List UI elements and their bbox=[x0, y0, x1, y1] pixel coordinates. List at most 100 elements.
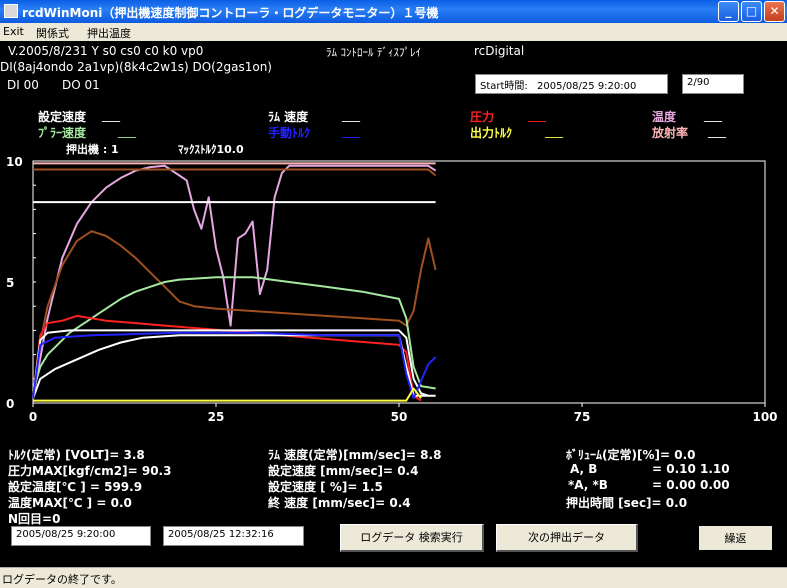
series-line-10 bbox=[33, 387, 422, 402]
series-line-4 bbox=[32, 230, 437, 399]
stat-temp-max: 温度MAX[℃ ] = 0.0 bbox=[8, 494, 132, 511]
start-time-value: 2005/08/25 9:20:00 bbox=[537, 81, 637, 92]
stat-set-speed-value: 0.4 bbox=[397, 464, 419, 478]
x-tick-label: 75 bbox=[574, 410, 591, 424]
stat-set-speed: 設定速度 [mm/sec]= 0.4 bbox=[268, 462, 418, 479]
status-bar: ログデータの終了です。 bbox=[0, 567, 787, 588]
trend-chart: 0 25 50 75 100 0 5 10 bbox=[6, 155, 778, 424]
x-tick-label: 25 bbox=[208, 410, 225, 424]
version-line: V.2005/8/231 Y s0 cs0 c0 k0 vp0 bbox=[8, 44, 204, 58]
stat-end-speed-label: 終 速度 [mm/sec]= bbox=[268, 496, 386, 510]
plot-frame bbox=[32, 160, 766, 404]
date-to-field[interactable]: 2005/08/25 12:32:16 bbox=[163, 526, 304, 546]
legend-output-torque-value: ___ bbox=[545, 124, 563, 138]
legend-output-torque: 出力ﾄﾙｸ bbox=[470, 126, 513, 140]
brand-label: rcDigital bbox=[474, 44, 525, 58]
stat-torque-label: ﾄﾙｸ(定常) [VOLT]= bbox=[8, 448, 120, 462]
stat-pressure-max: 圧力MAX[kgf/cm2]= 90.3 bbox=[8, 462, 171, 479]
series-line-5 bbox=[32, 276, 436, 392]
do-label: DO 01 bbox=[62, 78, 100, 92]
start-time-field: Start時間: 2005/08/25 9:20:00 bbox=[475, 74, 668, 94]
y-tick-label: 0 bbox=[6, 397, 14, 411]
stat-push-time-label: 押出時間 [sec]= bbox=[566, 496, 662, 510]
series-line-0 bbox=[32, 164, 437, 399]
stat-volume-label: ﾎﾞﾘｭｰﾑ(定常)[%]= bbox=[566, 448, 671, 462]
stat-pressure-max-label: 圧力MAX[kgf/cm2]= bbox=[8, 464, 138, 478]
menu-bar: Exit 関係式 押出温度 bbox=[0, 23, 787, 41]
series-line-6 bbox=[32, 314, 422, 402]
maximize-button[interactable]: □ bbox=[741, 1, 762, 22]
stat-n-count: N回目=0 bbox=[8, 510, 60, 527]
stat-ab2-value: = 0.00 0.00 bbox=[652, 478, 730, 492]
stat-volume-value: 0.0 bbox=[674, 448, 696, 462]
display-title: ﾗﾑ ｺﾝﾄﾛｰﾙ ﾃﾞｨｽﾌﾟﾚｲ bbox=[326, 46, 421, 59]
stat-torque: ﾄﾙｸ(定常) [VOLT]= 3.8 bbox=[8, 446, 145, 463]
record-counter: 2/90 bbox=[682, 74, 744, 94]
stat-temp-max-label: 温度MAX[℃ ] = bbox=[8, 496, 107, 510]
stat-volume: ﾎﾞﾘｭｰﾑ(定常)[%]= 0.0 bbox=[566, 446, 695, 463]
menu-relation[interactable]: 関係式 bbox=[36, 25, 69, 41]
legend-puller-speed-value: ___ bbox=[118, 124, 136, 138]
stat-ram-speed: ﾗﾑ 速度(定常)[mm/sec]= 8.8 bbox=[268, 446, 441, 463]
stat-n-value: 0 bbox=[52, 512, 61, 526]
date-from-field[interactable]: 2005/08/25 9:20:00 bbox=[11, 526, 151, 546]
log-search-button[interactable]: ログデータ 検索実行 bbox=[340, 524, 484, 552]
stat-ab-value: = 0.10 1.10 bbox=[652, 462, 730, 476]
series-line-3 bbox=[33, 168, 437, 177]
legend-emissivity: 放射率 bbox=[652, 126, 689, 140]
series-line-8 bbox=[32, 334, 429, 399]
di-label: DI 00 bbox=[7, 78, 39, 92]
menu-exit[interactable]: Exit bbox=[3, 25, 24, 38]
y-tick-label: 5 bbox=[6, 276, 14, 290]
x-tick-label: 100 bbox=[752, 410, 777, 424]
series-line-7 bbox=[32, 329, 436, 399]
app-icon bbox=[4, 4, 18, 18]
stat-set-speed-pct-value: 1.5 bbox=[361, 480, 383, 494]
stat-temp-max-value: 0.0 bbox=[110, 496, 132, 510]
legend-temperature: 温度 bbox=[652, 110, 677, 124]
legend-manual-torque: 手動ﾄﾙｸ bbox=[268, 126, 311, 140]
stat-ab-label: A, B bbox=[570, 462, 598, 476]
stat-ab2: *A, *B bbox=[568, 478, 608, 492]
stat-set-temp: 設定温度[℃ ] = 599.9 bbox=[8, 478, 142, 495]
monitor-panel: V.2005/8/231 Y s0 cs0 c0 k0 vp0 ﾗﾑ ｺﾝﾄﾛｰ… bbox=[0, 41, 787, 567]
close-button[interactable]: ✕ bbox=[764, 1, 785, 22]
stat-set-temp-value: 599.9 bbox=[104, 480, 143, 494]
title-bar: rcdWinMoni（押出機速度制御コントローラ・ログデータモニター）１号機 _… bbox=[0, 0, 787, 23]
stat-ram-speed-value: 8.8 bbox=[420, 448, 442, 462]
repeat-button[interactable]: 繰返 bbox=[697, 524, 774, 552]
x-tick-label: 50 bbox=[391, 410, 408, 424]
minimize-button[interactable]: _ bbox=[718, 1, 739, 22]
legend-temperature-value: ___ bbox=[704, 108, 722, 122]
stat-push-time-value: 0.0 bbox=[665, 496, 688, 510]
legend-ram-speed: ﾗﾑ 速度 bbox=[268, 110, 309, 124]
legend-pressure-value: ___ bbox=[528, 108, 546, 122]
next-extrusion-button[interactable]: 次の押出データ bbox=[496, 524, 638, 552]
legend-manual-torque-value: ___ bbox=[342, 124, 360, 138]
stat-ab2-label: *A, *B bbox=[568, 478, 608, 492]
stat-end-speed: 終 速度 [mm/sec]= 0.4 bbox=[268, 494, 411, 511]
start-time-label: Start時間: bbox=[480, 81, 528, 92]
stat-set-temp-label: 設定温度[℃ ] = bbox=[8, 480, 100, 494]
legend-pressure: 圧力 bbox=[470, 110, 495, 124]
stat-set-speed-label: 設定速度 [mm/sec]= bbox=[268, 464, 393, 478]
stat-push-time: 押出時間 [sec]= 0.0 bbox=[566, 494, 687, 511]
window-title: rcdWinMoni（押出機速度制御コントローラ・ログデータモニター）１号機 bbox=[22, 6, 439, 20]
stat-torque-value: 3.8 bbox=[123, 448, 145, 462]
y-tick-label: 10 bbox=[6, 155, 23, 169]
stat-ab: A, B bbox=[570, 462, 597, 476]
stat-end-speed-value: 0.4 bbox=[389, 496, 411, 510]
legend-puller-speed: ﾌﾟﾗｰ速度 bbox=[38, 126, 87, 140]
stat-set-speed-pct-label: 設定速度 [ %]= bbox=[268, 480, 358, 494]
menu-extrusion-temp[interactable]: 押出温度 bbox=[87, 25, 131, 41]
legend-emissivity-value: ___ bbox=[708, 124, 726, 138]
x-tick-label: 0 bbox=[29, 410, 37, 424]
io-line: DI(8aj4ondo 2a1vp)(8k4c2w1s) DO(2gas1on) bbox=[0, 60, 272, 74]
stat-n-label: N回目= bbox=[8, 512, 53, 526]
status-text: ログデータの終了です。 bbox=[2, 573, 122, 586]
stat-set-speed-pct: 設定速度 [ %]= 1.5 bbox=[268, 478, 383, 495]
legend-set-speed-value: ___ bbox=[102, 108, 120, 122]
legend-ram-speed-value: ___ bbox=[342, 108, 360, 122]
legend-set-speed: 設定速度 bbox=[38, 110, 87, 124]
stat-ram-speed-label: ﾗﾑ 速度(定常)[mm/sec]= bbox=[268, 448, 416, 462]
